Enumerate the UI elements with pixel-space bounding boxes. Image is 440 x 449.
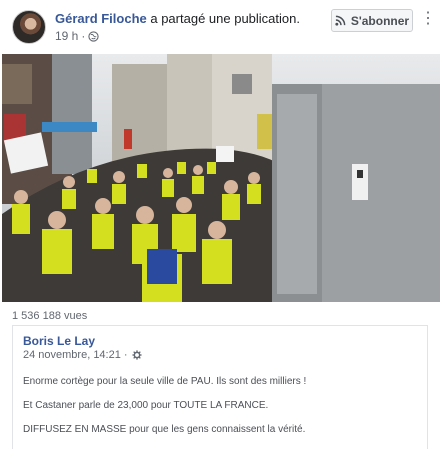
post-text-line: DIFFUSEZ EN MASSE pour que les gens conn… xyxy=(23,424,306,435)
post-header: Gérard Filoche a partagé une publication… xyxy=(0,0,440,52)
subscribe-label: S'abonner xyxy=(350,13,410,28)
post-headline: Gérard Filoche a partagé une publication… xyxy=(55,11,300,26)
post-meta: 19 h · xyxy=(55,29,99,43)
video-player[interactable] xyxy=(2,54,440,302)
post-text-line: Et Castaner parle de 23,000 pour TOUTE L… xyxy=(23,400,269,411)
shared-author-link[interactable]: Boris Le Lay xyxy=(23,334,95,348)
author-link[interactable]: Gérard Filoche xyxy=(55,11,147,26)
gear-icon[interactable] xyxy=(131,350,142,360)
shared-action-text: a partagé une publication. xyxy=(146,11,300,26)
rss-icon xyxy=(335,15,346,26)
post-text-line: Enorme cortège pour la seule ville de PA… xyxy=(23,376,307,387)
avatar[interactable] xyxy=(12,10,46,44)
subscribe-button[interactable]: S'abonner xyxy=(331,9,413,32)
shared-post: Boris Le Lay 24 novembre, 14:21 · Enorme… xyxy=(12,325,428,449)
more-vertical-icon[interactable]: ⋮ xyxy=(420,11,436,28)
view-count: 1 536 188 vues xyxy=(12,310,88,322)
globe-icon[interactable] xyxy=(88,30,99,42)
video-frame xyxy=(2,54,440,302)
post-timestamp[interactable]: 19 h xyxy=(55,29,78,43)
shared-meta: 24 novembre, 14:21 · xyxy=(23,349,142,361)
shared-timestamp[interactable]: 24 novembre, 14:21 · xyxy=(23,349,128,361)
